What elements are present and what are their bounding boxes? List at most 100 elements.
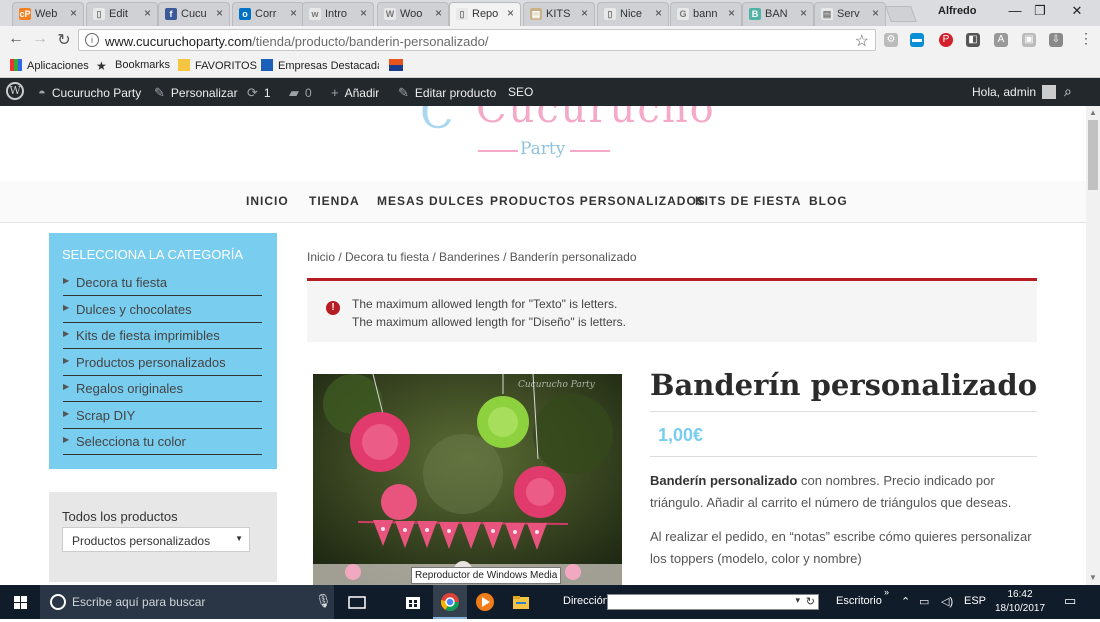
product-image[interactable]: Cucurucho Party [313,374,622,585]
product-category-select[interactable]: Productos personalizados ▼ [62,527,250,552]
tray-chevron-up-icon[interactable]: ⌃ [901,595,910,608]
toolbar-overflow-icon[interactable]: » [884,587,889,597]
nav-tienda[interactable]: TIENDA [309,194,360,208]
wordpress-logo-icon[interactable]: W [6,82,24,100]
tab-close-icon[interactable]: × [581,6,588,20]
bookmark-bookmarks[interactable]: ★ Bookmarks [96,59,170,72]
browser-tab[interactable]: ▯ Edit × [86,2,158,26]
store-icon[interactable] [402,591,424,613]
admin-site-link[interactable]: ◓ Cucurucho Party [38,85,141,100]
nav-inicio[interactable]: INICIO [246,194,289,208]
nav-productos-personalizados[interactable]: PRODUCTOS PERSONALIZADOS [490,194,706,208]
restore-icon[interactable]: ❐ [1025,3,1055,19]
bookmark-star-icon[interactable]: ☆ [855,31,869,51]
tab-close-icon[interactable]: × [216,6,223,20]
start-button[interactable] [0,585,40,619]
notifications-icon[interactable]: ▭ [1064,593,1076,609]
bookmark-flag[interactable] [389,59,408,72]
nav-kits-de-fiesta[interactable]: KITS DE FIESTA [695,194,801,208]
chevron-down-icon[interactable]: ▾ [795,595,800,606]
category-item[interactable]: ▶ Kits de fiesta imprimibles [63,322,262,349]
extension-light-icon[interactable]: ▣ [1022,33,1036,47]
pinterest-icon[interactable]: P [939,33,953,47]
page-scrollbar[interactable]: ▲ ▼ [1086,106,1100,585]
admin-add-link[interactable]: + Añadir [331,85,379,100]
breadcrumb[interactable]: Inicio / Decora tu fiesta / Banderines /… [307,250,637,264]
extension-pocket-icon[interactable]: ◧ [966,33,980,47]
admin-seo-link[interactable]: SEO [508,85,533,99]
nav-mesas-dulces[interactable]: MESAS DULCES [377,194,484,208]
site-logo[interactable]: C Cucurucho Party [420,106,714,166]
browser-tab[interactable]: W Woo × [377,2,449,26]
browser-tab[interactable]: cP Web × [12,2,84,26]
profile-name[interactable]: Alfredo [938,5,977,17]
address-bar[interactable]: i www.cucuruchoparty.com/tienda/producto… [78,29,876,51]
browser-tab[interactable]: f Cucu × [158,2,230,26]
browser-tab[interactable]: B BAN × [742,2,814,26]
category-item[interactable]: ▶ Regalos originales [63,375,262,402]
volume-icon[interactable]: ◁) [941,595,953,608]
tab-close-icon[interactable]: × [728,6,735,20]
admin-updates-link[interactable]: ⟳ 1 [247,85,271,101]
category-item[interactable]: ▶ Decora tu fiesta [63,269,262,296]
file-explorer-icon[interactable] [510,591,532,613]
browser-tab[interactable]: Gbann × [670,2,742,26]
clock[interactable]: 16:42 18/10/2017 [990,588,1050,616]
admin-comments-link[interactable]: ▰ 0 [289,85,312,101]
taskbar-search[interactable]: Escribe aquí para buscar 🎙 [40,585,334,619]
tab-close-icon[interactable]: × [360,6,367,20]
input-language[interactable]: ESP [964,595,986,607]
battery-icon[interactable]: ▭ [919,595,929,608]
tab-close-icon[interactable]: × [800,6,807,20]
refresh-icon[interactable]: ↻ [806,595,815,608]
admin-customize-link[interactable]: ✎ Personalizar [154,85,238,101]
browser-tab[interactable]: o Corr × [232,2,304,26]
info-icon[interactable]: i [85,33,99,47]
media-player-icon[interactable] [474,591,496,613]
tab-close-icon[interactable]: × [655,6,662,20]
category-item[interactable]: ▶ Productos personalizados [63,349,262,376]
tab-close-icon[interactable]: × [144,6,151,20]
browser-tab[interactable]: ▯ Repo × [449,2,521,26]
bookmark-apps[interactable]: Aplicaciones [10,59,89,72]
url-text[interactable]: www.cucuruchoparty.com/tienda/producto/b… [105,34,489,49]
chrome-icon[interactable] [439,591,461,613]
bookmark-empresas[interactable]: Empresas Destacadas [261,59,379,72]
tab-close-icon[interactable]: × [70,6,77,20]
microphone-icon[interactable]: 🎙 [315,593,332,609]
admin-account-link[interactable]: Hola, admin [972,85,1057,99]
extension-blue-icon[interactable]: ▬ [910,33,924,47]
desktop-toolbar[interactable]: Escritorio [836,595,882,607]
new-tab-button[interactable] [885,6,917,22]
browser-tab[interactable]: ▯ Nice × [597,2,669,26]
scroll-down-icon[interactable]: ▼ [1089,573,1097,582]
forward-icon[interactable]: → [30,30,50,48]
browser-tab[interactable]: ▤ KITS × [523,2,595,26]
updates-icon: ⟳ [247,85,258,100]
category-item[interactable]: ▶ Selecciona tu color [63,428,262,455]
category-item[interactable]: ▶ Dulces y chocolates [63,296,262,323]
scrollbar-thumb[interactable] [1088,120,1098,190]
category-item[interactable]: ▶ Scrap DIY [63,402,262,429]
tab-close-icon[interactable]: × [872,6,879,20]
tab-close-icon[interactable]: × [435,6,442,20]
extension-gear-icon[interactable]: ⚙ [884,33,898,47]
admin-search-icon[interactable]: ⌕ [1064,83,1072,100]
admin-edit-product-link[interactable]: ✎ Editar producto [398,85,496,101]
menu-kebab-icon[interactable]: ⋮ [1076,30,1096,47]
tab-favicon-icon: ▯ [604,8,616,20]
nav-blog[interactable]: BLOG [809,194,848,208]
extension-save-icon[interactable]: ⇩ [1049,33,1063,47]
tab-close-icon[interactable]: × [507,6,514,20]
extension-grey-icon[interactable]: A [994,33,1008,47]
reload-icon[interactable]: ↻ [54,30,74,50]
address-toolbar-input[interactable]: ▾ ↻ [607,594,819,610]
back-icon[interactable]: ← [6,30,26,48]
task-view-icon[interactable] [346,591,368,613]
scroll-up-icon[interactable]: ▲ [1089,108,1097,117]
tab-close-icon[interactable]: × [290,6,297,20]
bookmark-favoritos[interactable]: FAVORITOS [178,59,257,72]
close-window-icon[interactable]: ✕ [1062,3,1092,19]
browser-tab[interactable]: w Intro × [302,2,374,26]
browser-tab[interactable]: ▤ Serv × [814,2,886,26]
